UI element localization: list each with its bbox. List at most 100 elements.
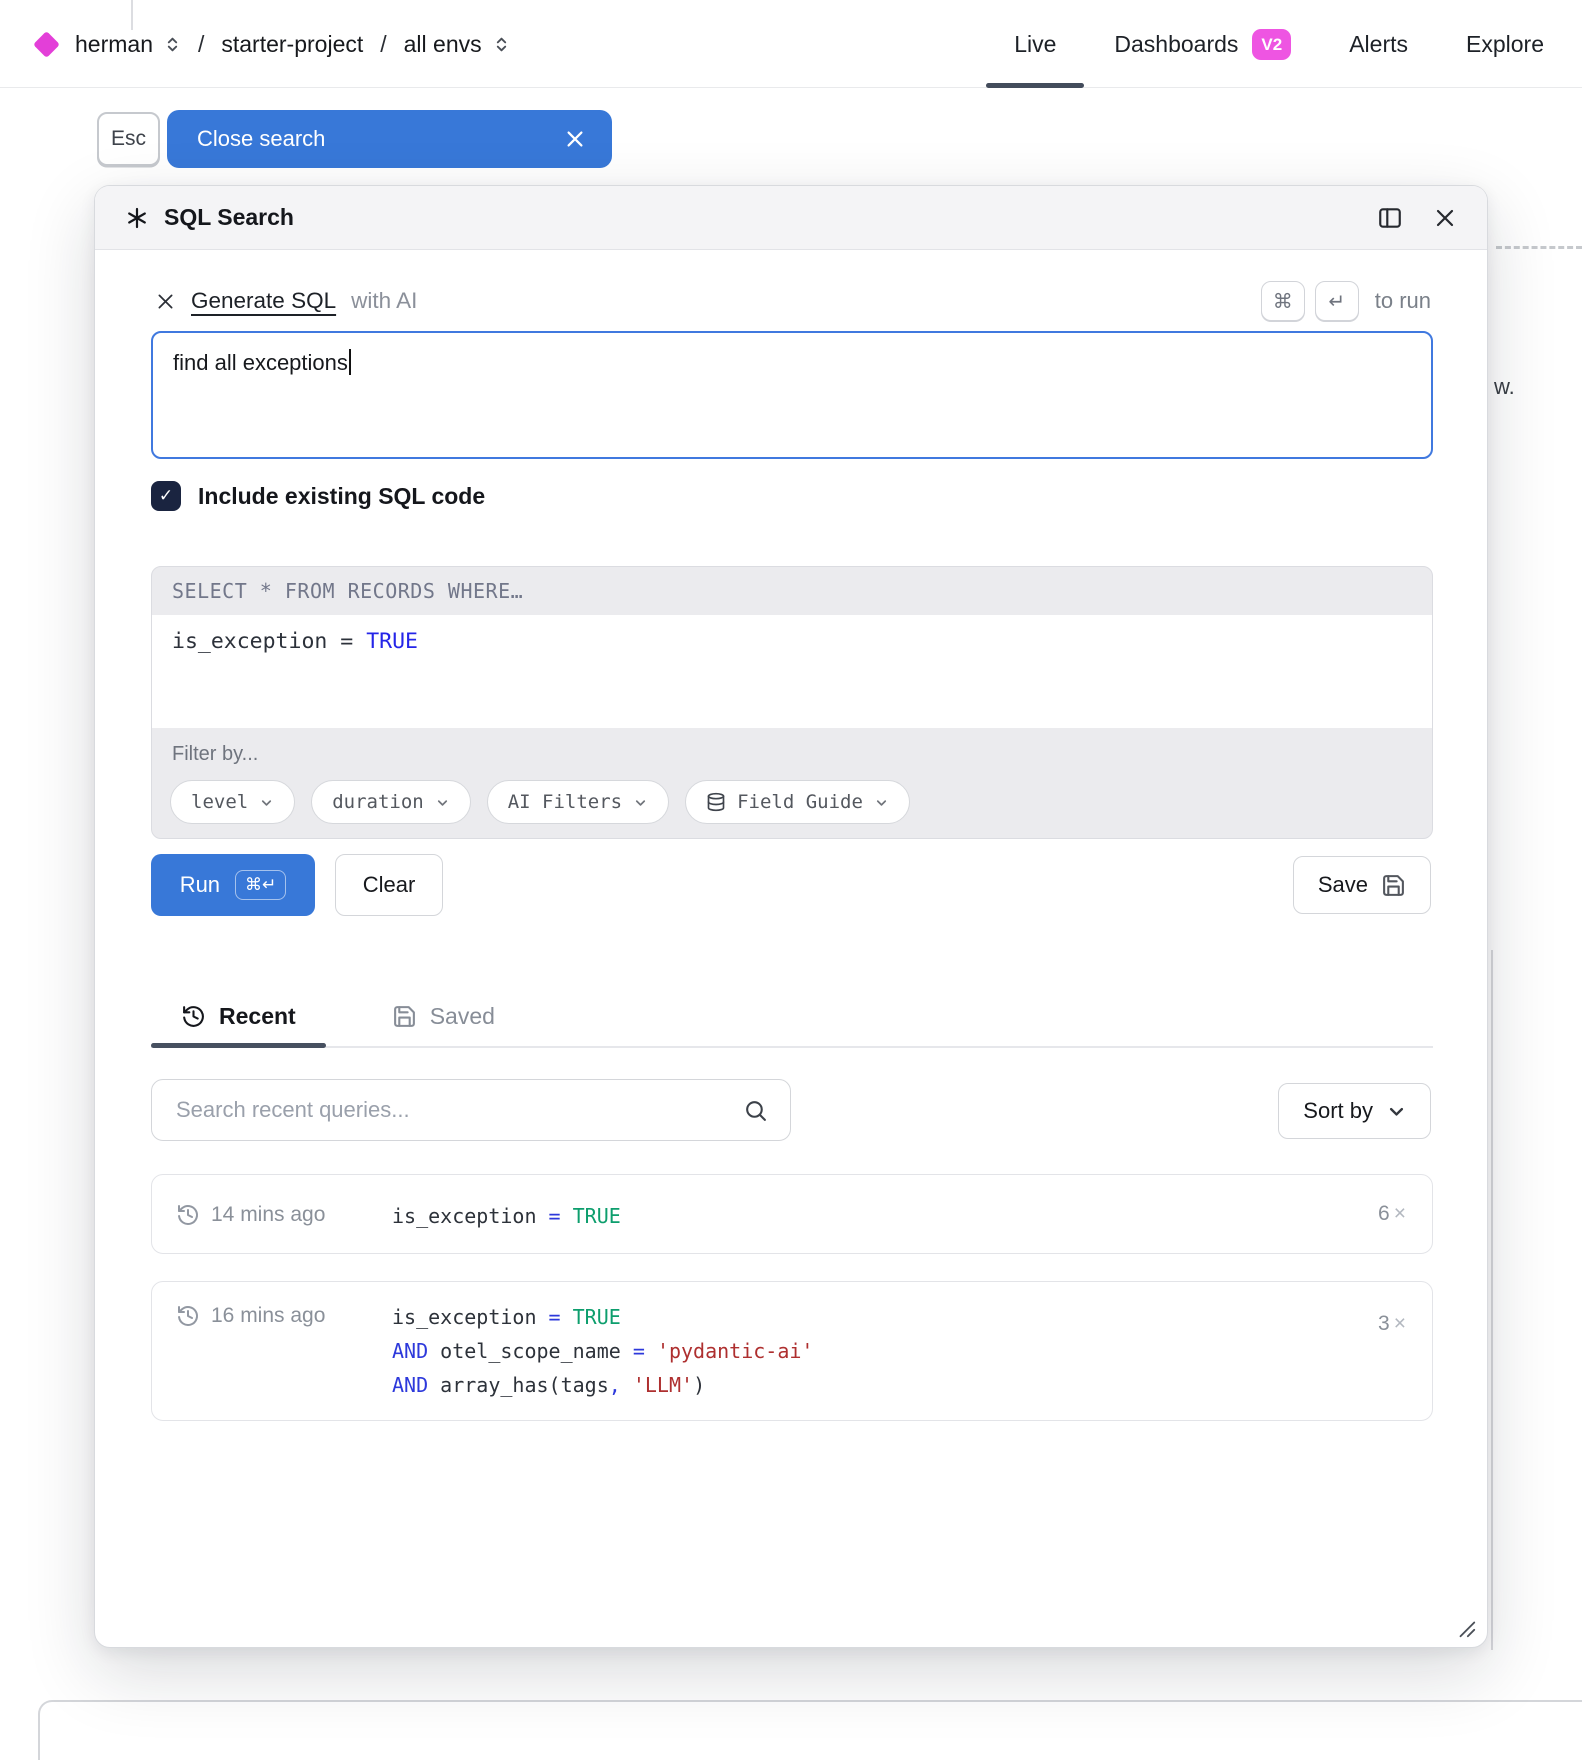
background-partial-text: w. bbox=[1494, 374, 1515, 400]
org-selector-icon[interactable] bbox=[164, 36, 181, 53]
tab-alerts-label: Alerts bbox=[1349, 31, 1408, 58]
breadcrumb: herman / starter-project / all envs bbox=[33, 0, 510, 88]
chip-duration-label: duration bbox=[332, 791, 424, 813]
query-run-count: 3× bbox=[1378, 1312, 1406, 1336]
tab-saved-label: Saved bbox=[430, 1003, 495, 1030]
tab-explore[interactable]: Explore bbox=[1466, 0, 1544, 88]
close-search-label: Close search bbox=[167, 126, 325, 152]
sql-code-area[interactable]: is_exception = TRUE bbox=[152, 615, 1432, 728]
sparkle-asterisk-icon bbox=[125, 206, 149, 230]
chip-duration[interactable]: duration bbox=[311, 780, 471, 824]
chip-field-guide-label: Field Guide bbox=[737, 791, 863, 813]
tab-recent[interactable]: Recent bbox=[151, 986, 326, 1046]
query-code-line: is_exception = TRUE bbox=[392, 1300, 813, 1334]
background-divider-line bbox=[1491, 950, 1493, 1650]
breadcrumb-env[interactable]: all envs bbox=[404, 31, 482, 58]
cmd-keycap: ⌘ bbox=[1261, 281, 1305, 321]
breadcrumb-separator: / bbox=[378, 31, 388, 58]
sql-token-identifier: is_exception bbox=[172, 629, 327, 654]
clear-button[interactable]: Clear bbox=[335, 854, 443, 916]
history-icon bbox=[181, 1004, 206, 1029]
generate-sql-link[interactable]: Generate SQL bbox=[191, 288, 336, 314]
generate-sql-suffix: with AI bbox=[351, 288, 417, 314]
include-sql-checkbox[interactable]: ✓ bbox=[151, 481, 181, 511]
recent-query-row[interactable]: 16 mins ago is_exception = TRUE AND otel… bbox=[151, 1281, 1433, 1421]
search-icon[interactable] bbox=[743, 1098, 790, 1123]
run-shortcut-hint: ⌘ ↵ to run bbox=[1261, 281, 1431, 321]
breadcrumb-org[interactable]: herman bbox=[75, 31, 153, 58]
chevron-down-icon bbox=[633, 795, 648, 810]
nav-tabs: Live Dashboards V2 Alerts Explore bbox=[1014, 0, 1582, 88]
sql-editor: SELECT * FROM RECORDS WHERE… is_exceptio… bbox=[151, 566, 1433, 839]
tab-saved[interactable]: Saved bbox=[362, 986, 525, 1046]
query-timestamp: 14 mins ago bbox=[176, 1175, 325, 1255]
modal-title: SQL Search bbox=[164, 204, 294, 231]
history-icon bbox=[176, 1304, 200, 1328]
enter-keycap: ↵ bbox=[1315, 281, 1359, 321]
chip-level[interactable]: level bbox=[170, 780, 295, 824]
close-search-button[interactable]: Close search bbox=[167, 110, 612, 168]
save-icon bbox=[1381, 873, 1406, 898]
modal-header: SQL Search bbox=[95, 186, 1487, 250]
breadcrumb-separator: / bbox=[196, 31, 206, 58]
run-hint-label: to run bbox=[1375, 288, 1431, 314]
close-icon[interactable] bbox=[564, 128, 612, 150]
recent-search bbox=[151, 1079, 791, 1141]
resize-handle[interactable] bbox=[1455, 1617, 1477, 1639]
include-sql-label[interactable]: Include existing SQL code bbox=[198, 483, 485, 510]
query-time-label: 14 mins ago bbox=[211, 1203, 325, 1227]
split-panel-icon[interactable] bbox=[1377, 205, 1403, 231]
tab-dashboards[interactable]: Dashboards V2 bbox=[1114, 0, 1291, 88]
chevron-down-icon bbox=[259, 795, 274, 810]
query-code: is_exception = TRUE AND otel_scope_name … bbox=[392, 1300, 813, 1402]
ai-prompt-input[interactable]: find all exceptions bbox=[151, 331, 1433, 459]
ai-prompt-text: find all exceptions bbox=[173, 350, 348, 375]
sql-token-value: TRUE bbox=[366, 629, 418, 654]
tab-explore-label: Explore bbox=[1466, 31, 1544, 58]
esc-keycap-label: Esc bbox=[111, 127, 146, 151]
chevron-down-icon bbox=[874, 795, 889, 810]
query-code-line: AND array_has(tags, 'LLM') bbox=[392, 1368, 813, 1402]
filter-chips: level duration AI Filters Field Guide bbox=[170, 780, 1432, 824]
generate-sql-dismiss-icon[interactable] bbox=[155, 291, 176, 312]
run-shortcut-badge: ⌘↵ bbox=[235, 870, 286, 900]
run-button[interactable]: Run ⌘↵ bbox=[151, 854, 315, 916]
chip-level-label: level bbox=[191, 791, 248, 813]
sql-search-modal: SQL Search Generate SQL with AI ⌘ ↵ to r… bbox=[94, 185, 1488, 1648]
history-icon bbox=[176, 1203, 200, 1227]
text-caret bbox=[349, 349, 351, 375]
recent-query-row[interactable]: 14 mins ago is_exception = TRUE 6× bbox=[151, 1174, 1433, 1254]
dashboards-v2-badge: V2 bbox=[1252, 29, 1291, 60]
chevron-down-icon bbox=[435, 795, 450, 810]
history-tabs: Recent Saved bbox=[151, 986, 1433, 1048]
checkmark-icon: ✓ bbox=[159, 486, 173, 506]
chip-field-guide[interactable]: Field Guide bbox=[685, 780, 910, 824]
sql-editor-header: SELECT * FROM RECORDS WHERE… bbox=[152, 567, 1432, 615]
sort-by-button[interactable]: Sort by bbox=[1278, 1083, 1431, 1139]
logo-diamond-icon[interactable] bbox=[33, 31, 60, 58]
run-button-label: Run bbox=[180, 872, 220, 898]
chip-ai-filters[interactable]: AI Filters bbox=[487, 780, 669, 824]
chip-ai-filters-label: AI Filters bbox=[508, 791, 622, 813]
modal-close-icon[interactable] bbox=[1433, 206, 1457, 230]
background-tick-line bbox=[131, 0, 133, 30]
env-selector-icon[interactable] bbox=[493, 36, 510, 53]
tab-alerts[interactable]: Alerts bbox=[1349, 0, 1408, 88]
save-button[interactable]: Save bbox=[1293, 856, 1431, 914]
chevron-down-icon bbox=[1387, 1102, 1406, 1121]
save-button-label: Save bbox=[1318, 872, 1368, 898]
background-dashed-line bbox=[1496, 246, 1582, 249]
tab-live[interactable]: Live bbox=[1014, 0, 1056, 88]
background-card-edge bbox=[38, 1700, 1582, 1760]
recent-search-input[interactable] bbox=[152, 1097, 743, 1123]
query-timestamp: 16 mins ago bbox=[176, 1302, 325, 1330]
generate-sql-row: Generate SQL with AI ⌘ ↵ to run bbox=[155, 281, 1431, 321]
breadcrumb-project[interactable]: starter-project bbox=[221, 31, 363, 58]
query-code-line: AND otel_scope_name = 'pydantic-ai' bbox=[392, 1334, 813, 1368]
query-time-label: 16 mins ago bbox=[211, 1304, 325, 1328]
tab-dashboards-label: Dashboards bbox=[1114, 31, 1238, 58]
tab-recent-label: Recent bbox=[219, 1003, 296, 1030]
include-sql-row: ✓ Include existing SQL code bbox=[151, 481, 485, 511]
filter-by-label: Filter by... bbox=[172, 743, 1432, 766]
esc-keycap[interactable]: Esc bbox=[97, 112, 160, 166]
